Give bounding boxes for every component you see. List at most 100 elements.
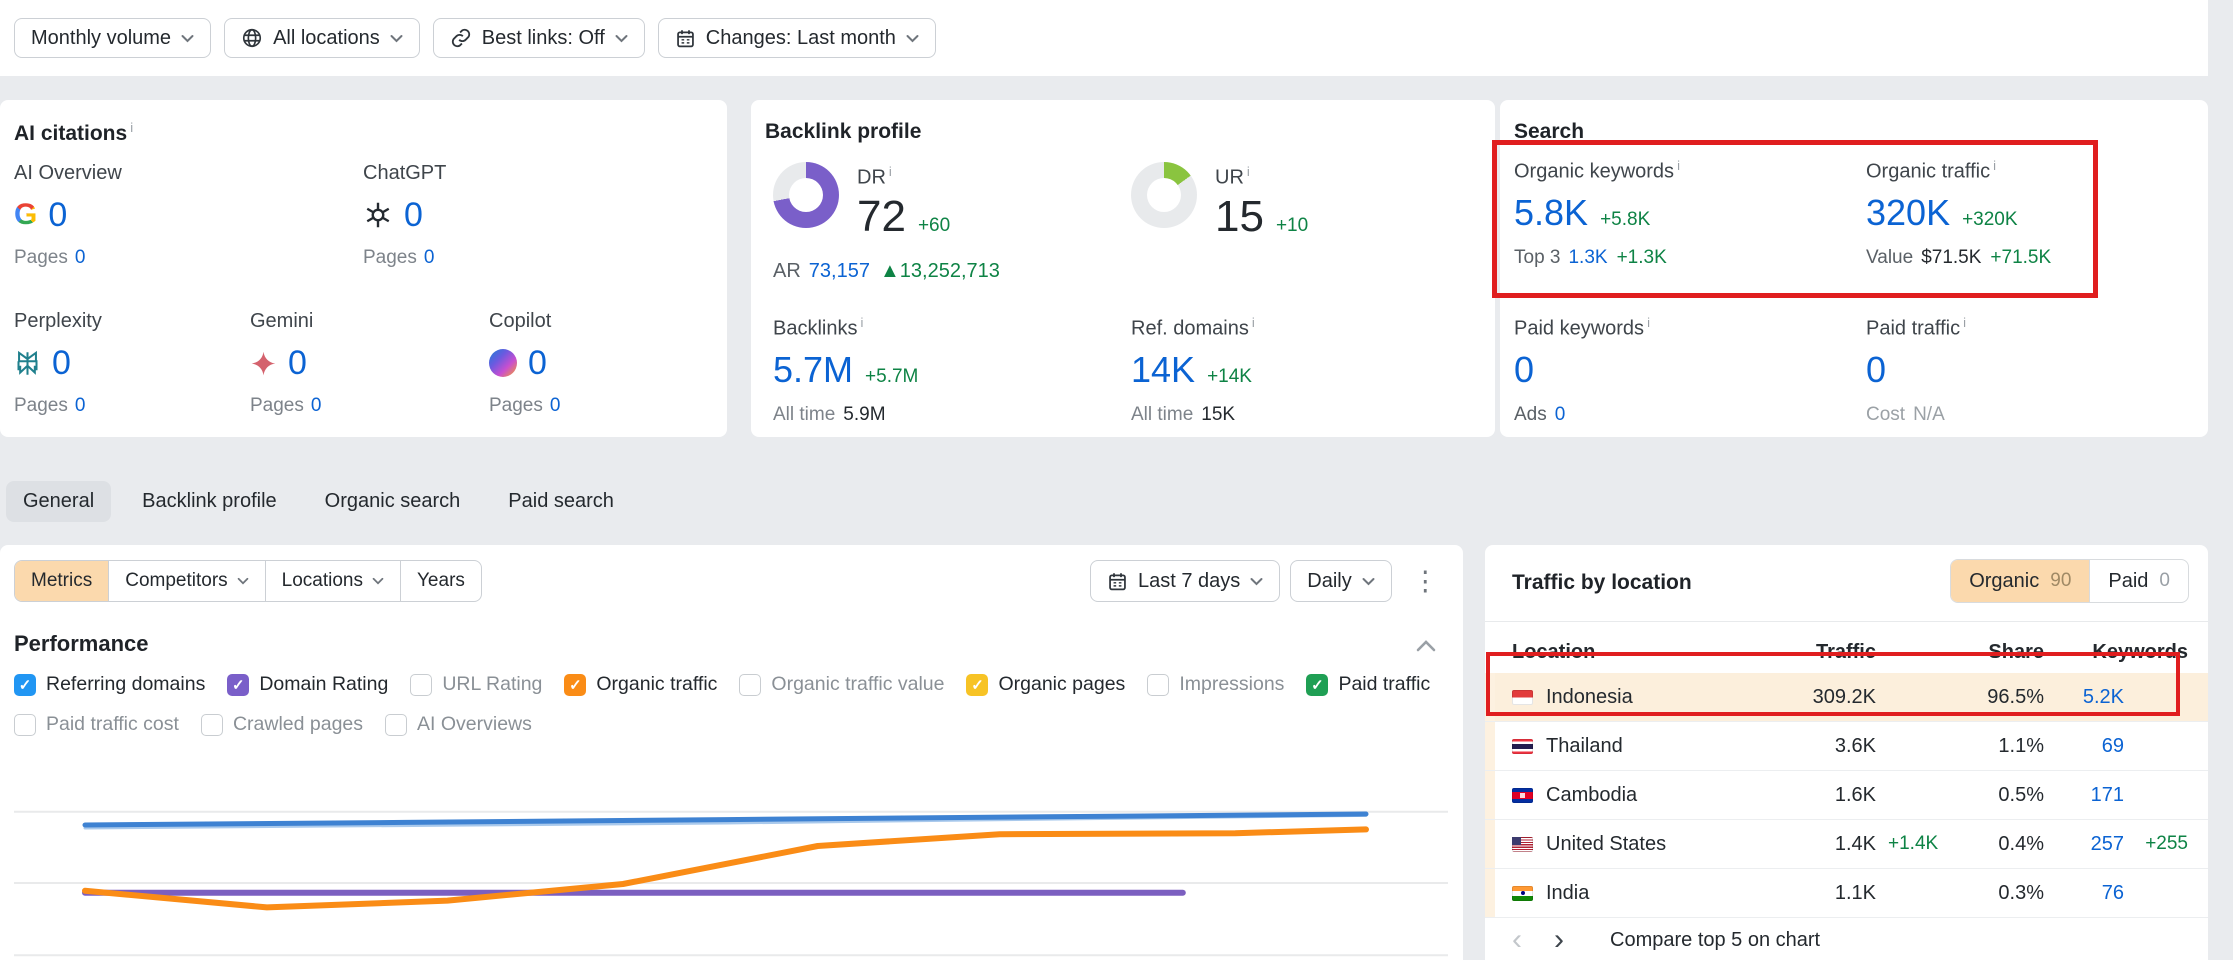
ai-overview-value[interactable]: 0 bbox=[48, 196, 67, 235]
tab-organic-search[interactable]: Organic search bbox=[308, 481, 478, 522]
tab-backlink-profile[interactable]: Backlink profile bbox=[125, 481, 294, 522]
toggle-paid[interactable]: Paid 0 bbox=[2089, 560, 2188, 602]
column-keywords[interactable]: Keywords bbox=[2044, 641, 2188, 664]
checkbox-domain-rating[interactable]: ✓ bbox=[227, 674, 249, 696]
column-traffic[interactable]: Traffic bbox=[1756, 641, 1876, 664]
metric-toggle-crawled-pages[interactable]: Crawled pages bbox=[201, 713, 363, 736]
segment-years[interactable]: Years bbox=[400, 561, 481, 601]
backlinks-label: Backlinksi bbox=[773, 315, 1113, 341]
pages-label: Pages bbox=[363, 247, 417, 268]
keywords-link[interactable]: 171 bbox=[2044, 784, 2124, 807]
prev-page-chevron-icon[interactable]: ‹ bbox=[1512, 925, 1522, 955]
ar-delta: ▲13,252,713 bbox=[880, 260, 1000, 282]
checkbox-organic-traffic-value[interactable] bbox=[739, 674, 761, 696]
ai-citations-title: AI citationsi bbox=[14, 120, 133, 146]
more-options-kebab-icon[interactable]: ⋮ bbox=[1412, 568, 1439, 595]
collapse-chevron-up-icon[interactable] bbox=[1416, 639, 1436, 657]
chevron-down-icon bbox=[372, 577, 384, 585]
share-value: 1.1% bbox=[1954, 735, 2044, 758]
date-range-button[interactable]: Last 7 days bbox=[1090, 560, 1280, 602]
value-amount: $71.5K bbox=[1921, 247, 1981, 268]
date-range-label: Last 7 days bbox=[1138, 570, 1240, 593]
share-value: 0.4% bbox=[1954, 833, 2044, 856]
keywords-link[interactable]: 257 bbox=[2044, 833, 2124, 856]
location-table-footer: ‹ › Compare top 5 on chart bbox=[1512, 925, 1820, 955]
checkbox-organic-pages[interactable]: ✓ bbox=[966, 674, 988, 696]
toggle-organic[interactable]: Organic 90 bbox=[1951, 560, 2089, 602]
metric-toggle-referring-domains[interactable]: ✓Referring domains bbox=[14, 673, 205, 696]
metric-toggle-domain-rating[interactable]: ✓Domain Rating bbox=[227, 673, 388, 696]
table-row-indonesia[interactable]: Indonesia 309.2K 96.5% 5.2K bbox=[1485, 673, 2208, 722]
checkbox-impressions[interactable] bbox=[1147, 674, 1169, 696]
chatgpt-value[interactable]: 0 bbox=[404, 196, 423, 235]
pages-value[interactable]: 0 bbox=[75, 247, 86, 268]
checkbox-organic-traffic[interactable]: ✓ bbox=[564, 674, 586, 696]
chart-mode-segmented-control: Metrics Competitors Locations Years bbox=[14, 560, 482, 602]
segment-metrics[interactable]: Metrics bbox=[15, 561, 108, 601]
metric-toggle-paid-traffic[interactable]: ✓ Paid traffic bbox=[1306, 673, 1430, 696]
paid-keywords-value[interactable]: 0 bbox=[1514, 349, 1534, 391]
metric-toggle-organic-pages[interactable]: ✓Organic pages bbox=[966, 673, 1125, 696]
granularity-button[interactable]: Daily bbox=[1290, 560, 1391, 602]
best-links-filter-button[interactable]: Best links: Off bbox=[433, 18, 645, 58]
keywords-link[interactable]: 5.2K bbox=[2044, 686, 2124, 709]
monthly-volume-filter-button[interactable]: Monthly volume bbox=[14, 18, 211, 58]
table-row-thailand[interactable]: Thailand 3.6K 1.1% 69 bbox=[1485, 722, 2208, 771]
top3-value[interactable]: 1.3K bbox=[1568, 247, 1607, 268]
gemini-value[interactable]: 0 bbox=[288, 344, 307, 383]
perplexity-icon bbox=[14, 350, 41, 377]
segment-competitors[interactable]: Competitors bbox=[108, 561, 264, 601]
pages-value[interactable]: 0 bbox=[424, 247, 435, 268]
tab-paid-search[interactable]: Paid search bbox=[491, 481, 631, 522]
column-share[interactable]: Share bbox=[1954, 641, 2044, 664]
column-location[interactable]: Location bbox=[1512, 641, 1756, 664]
metric-toggle-paid-traffic-cost[interactable]: Paid traffic cost bbox=[14, 713, 179, 736]
copilot-label: Copilot bbox=[489, 310, 724, 333]
next-page-chevron-icon[interactable]: › bbox=[1554, 925, 1564, 955]
keywords-link[interactable]: 69 bbox=[2044, 735, 2124, 758]
pages-value[interactable]: 0 bbox=[311, 395, 322, 416]
location-table-body: Indonesia 309.2K 96.5% 5.2K Thailand 3.6… bbox=[1485, 673, 2208, 918]
table-row-india[interactable]: India 1.1K 0.3% 76 bbox=[1485, 869, 2208, 918]
paid-traffic-label: Paid traffici bbox=[1866, 315, 2206, 341]
checkbox-paid-traffic[interactable]: ✓ bbox=[1306, 674, 1328, 696]
pages-value[interactable]: 0 bbox=[550, 395, 561, 416]
compare-top5-button[interactable]: Compare top 5 on chart bbox=[1610, 929, 1820, 952]
table-row-cambodia[interactable]: Cambodia 1.6K 0.5% 171 bbox=[1485, 771, 2208, 820]
backlinks-value[interactable]: 5.7M bbox=[773, 349, 853, 391]
filters-toolbar: Monthly volume All locations Best links:… bbox=[0, 0, 2208, 76]
ar-value[interactable]: 73,157 bbox=[809, 260, 870, 282]
performance-heading: Performance bbox=[14, 631, 149, 657]
ur-value: 15 bbox=[1215, 192, 1264, 242]
locations-filter-button[interactable]: All locations bbox=[224, 18, 420, 58]
checkbox-paid-traffic-cost[interactable] bbox=[14, 714, 36, 736]
ref-domains-value[interactable]: 14K bbox=[1131, 349, 1195, 391]
chevron-down-icon bbox=[1250, 577, 1263, 586]
checkbox-crawled-pages[interactable] bbox=[201, 714, 223, 736]
copilot-value[interactable]: 0 bbox=[528, 344, 547, 383]
segment-locations[interactable]: Locations bbox=[265, 561, 400, 601]
metric-toggle-organic-traffic[interactable]: ✓Organic traffic bbox=[564, 673, 717, 696]
changes-filter-button[interactable]: Changes: Last month bbox=[658, 18, 936, 58]
ads-value[interactable]: 0 bbox=[1555, 404, 1566, 425]
perplexity-stat: Perplexity 0 Pages0 bbox=[14, 310, 249, 417]
metric-toggle-ai-overviews[interactable]: AI Overviews bbox=[385, 713, 532, 736]
perplexity-value[interactable]: 0 bbox=[52, 344, 71, 383]
openai-icon bbox=[363, 200, 393, 230]
performance-chart[interactable] bbox=[0, 757, 1463, 960]
paid-traffic-value[interactable]: 0 bbox=[1866, 349, 1886, 391]
checkbox-referring-domains[interactable]: ✓ bbox=[14, 674, 36, 696]
checkbox-ai-overviews[interactable] bbox=[385, 714, 407, 736]
organic-keywords-value[interactable]: 5.8K bbox=[1514, 192, 1588, 234]
metric-toggle-url-rating[interactable]: URL Rating bbox=[410, 673, 542, 696]
keywords-link[interactable]: 76 bbox=[2044, 882, 2124, 905]
tab-general[interactable]: General bbox=[6, 481, 111, 522]
metric-checkbox-list: ✓Referring domains ✓Domain Rating URL Rati… bbox=[14, 673, 1456, 736]
checkbox-url-rating[interactable] bbox=[410, 674, 432, 696]
metric-label: Paid traffic bbox=[1338, 673, 1430, 696]
metric-toggle-organic-traffic-value[interactable]: Organic traffic value bbox=[739, 673, 944, 696]
metric-toggle-impressions[interactable]: Impressions bbox=[1147, 673, 1284, 696]
organic-traffic-value[interactable]: 320K bbox=[1866, 192, 1950, 234]
pages-value[interactable]: 0 bbox=[75, 395, 86, 416]
table-row-united-states[interactable]: United States 1.4K +1.4K 0.4% 257 +255 bbox=[1485, 820, 2208, 869]
